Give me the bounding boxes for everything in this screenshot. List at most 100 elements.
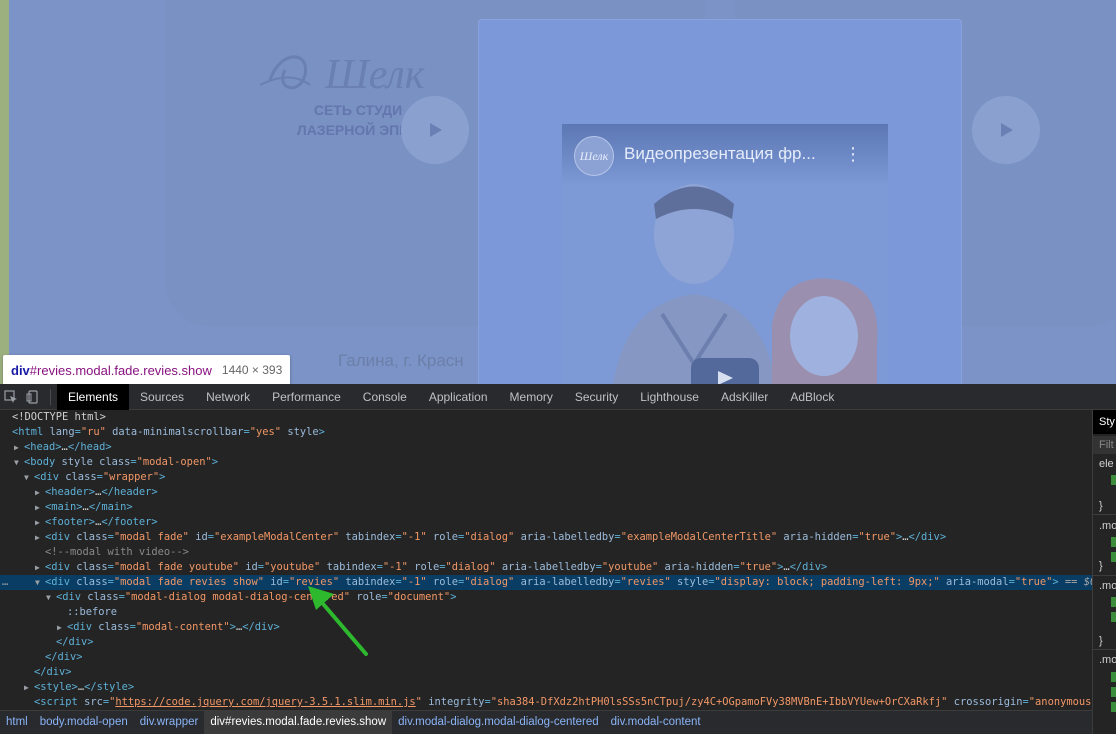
breadcrumb-item[interactable]: div.modal-dialog.modal-dialog-centered [392,711,605,734]
expand-triangle-icon[interactable]: ▶ [57,620,67,635]
rule-divider [1093,514,1116,515]
video-title[interactable]: Видеопрезентация фр... [624,144,816,164]
dom-pseudo[interactable]: ::before [0,605,1092,620]
dom-node[interactable]: ▶ <header>…</header> [0,485,1092,500]
dom-node[interactable]: ▶ <div class="modal fade youtube" id="you… [0,560,1092,575]
tab-memory[interactable]: Memory [499,384,564,410]
style-swatch [1111,687,1116,697]
styles-filter-input[interactable]: Filt [1093,436,1116,454]
dom-comment[interactable]: <!--modal with video--> [0,545,1092,560]
style-swatch [1111,552,1116,562]
dom-node[interactable]: <script src="https://code.jquery.com/jqu… [0,695,1092,710]
dom-node[interactable]: ▼ <body style class="modal-open"> [0,455,1092,470]
expand-triangle-icon[interactable]: ▶ [14,440,24,455]
expand-triangle-icon[interactable]: ▶ [24,680,34,695]
play-button[interactable] [401,96,469,164]
review-author: Галина, г. Красн [338,351,464,370]
tab-network[interactable]: Network [195,384,261,410]
tab-console[interactable]: Console [352,384,418,410]
collapse-triangle-icon[interactable]: ▼ [35,575,45,590]
collapse-triangle-icon[interactable]: ▼ [24,470,34,485]
expand-triangle-icon[interactable]: ▶ [35,485,45,500]
dom-node[interactable]: </div> [0,665,1092,680]
comment-text: <!--modal with video--> [45,546,189,558]
styles-pane[interactable]: Sty Filt ele } .mo } .mo } .mo [1092,410,1116,734]
tooltip-size: 1440 × 393 [221,363,283,377]
style-rule: .mo [1099,654,1116,666]
pseudo-element: ::before [67,606,118,618]
channel-avatar-text: Шелк [579,148,609,163]
node-menu-icon[interactable]: … [2,575,8,590]
devtools-tabs: Elements Sources Network Performance Console… [57,383,845,410]
toolbar-divider [50,388,51,405]
style-rule: ele [1099,458,1114,470]
device-toolbar-icon[interactable] [22,384,44,410]
dom-node[interactable]: ▶ <footer>…</footer> [0,515,1092,530]
style-swatch [1111,612,1116,622]
expand-triangle-icon[interactable]: ▶ [35,515,45,530]
channel-avatar[interactable]: Шелк [574,136,614,176]
style-rule: } [1099,500,1103,512]
collapse-triangle-icon[interactable]: ▼ [14,455,24,470]
dom-tree[interactable]: <!DOCTYPE html> <html lang="ru" data-min… [0,410,1092,710]
dom-node[interactable]: ▼ <div class="wrapper"> [0,470,1092,485]
tooltip-selector: div#revies.modal.fade.revies.show [11,363,212,378]
tab-security[interactable]: Security [564,384,629,410]
dom-node[interactable]: ▶ <head>…</head> [0,440,1092,455]
rule-divider [1093,575,1116,576]
breadcrumb-item[interactable]: div.modal-content [605,711,707,734]
breadcrumb-item[interactable]: div.wrapper [134,711,205,734]
style-swatch [1111,702,1116,712]
style-swatch [1111,597,1116,607]
style-rule: } [1099,635,1103,647]
more-vert-icon[interactable]: ⋮ [844,144,862,166]
tab-adblock[interactable]: AdBlock [779,384,845,410]
doctype-text: <!DOCTYPE html> [12,411,106,423]
dom-node[interactable]: ▼ <div class="modal-dialog modal-dialog-c… [0,590,1092,605]
expand-triangle-icon[interactable]: ▶ [35,530,45,545]
dom-node[interactable]: <!DOCTYPE html> [0,410,1092,425]
dom-node[interactable]: </div> [0,650,1092,665]
breadcrumb-item[interactable]: html [0,711,34,734]
play-icon [1001,123,1013,137]
tab-elements[interactable]: Elements [57,383,130,410]
dom-node-selected[interactable]: … ▼ <div class="modal fade revies show" id… [0,575,1092,590]
style-rule: } [1099,560,1103,572]
style-rule: .mo [1099,580,1116,592]
style-rule: .mo [1099,520,1116,532]
tooltip-selector-text: #revies.modal.fade.revies.show [29,362,212,378]
style-swatch [1111,475,1116,485]
video-thumbnail-person [772,278,878,384]
expand-triangle-icon[interactable]: ▶ [35,560,45,575]
tab-lighthouse[interactable]: Lighthouse [629,384,710,410]
dom-node[interactable]: ▶ <style>…</style> [0,680,1092,695]
left-strip [0,0,9,384]
tab-adskiller[interactable]: AdsKiller [710,384,779,410]
devtools-tabbar: Elements Sources Network Performance Console… [0,383,1116,410]
youtube-play-button[interactable] [691,358,759,384]
style-swatch [1111,672,1116,682]
expand-triangle-icon[interactable]: ▶ [35,500,45,515]
tab-application[interactable]: Application [418,384,499,410]
styles-tab[interactable]: Sty [1093,410,1116,434]
tooltip-tag: div [11,362,30,378]
element-tooltip: div#revies.modal.fade.revies.show 1440 ×… [3,355,291,384]
play-icon [430,123,442,137]
svg-text:Шелк: Шелк [324,52,425,98]
dom-node[interactable]: <html lang="ru" data-minimalscrollbar="y… [0,425,1092,440]
collapse-triangle-icon[interactable]: ▼ [46,590,56,605]
tab-sources[interactable]: Sources [129,384,195,410]
screen: Шелк СЕТЬ СТУДИ ЛАЗЕРНОЙ ЭПИЛ Галина, г.… [0,0,1116,734]
breadcrumb-item[interactable]: body.modal-open [34,711,134,734]
dom-node[interactable]: ▶ <div class="modal-content">…</div> [0,620,1092,635]
page-viewport[interactable]: Шелк СЕТЬ СТУДИ ЛАЗЕРНОЙ ЭПИЛ Галина, г.… [0,0,1116,384]
inspect-element-icon[interactable] [0,384,22,410]
play-button[interactable] [972,96,1040,164]
breadcrumb-item[interactable]: div#revies.modal.fade.revies.show [204,711,393,734]
dom-node[interactable]: </div> [0,635,1092,650]
video-player[interactable]: Шелк Видеопрезентация фр... ⋮ [562,124,888,384]
breadcrumb: html body.modal-open div.wrapper div#revies… [0,710,1092,734]
dom-node[interactable]: ▶ <div class="modal fade" id="exampleModa… [0,530,1092,545]
tab-performance[interactable]: Performance [261,384,352,410]
dom-node[interactable]: ▶ <main>…</main> [0,500,1092,515]
